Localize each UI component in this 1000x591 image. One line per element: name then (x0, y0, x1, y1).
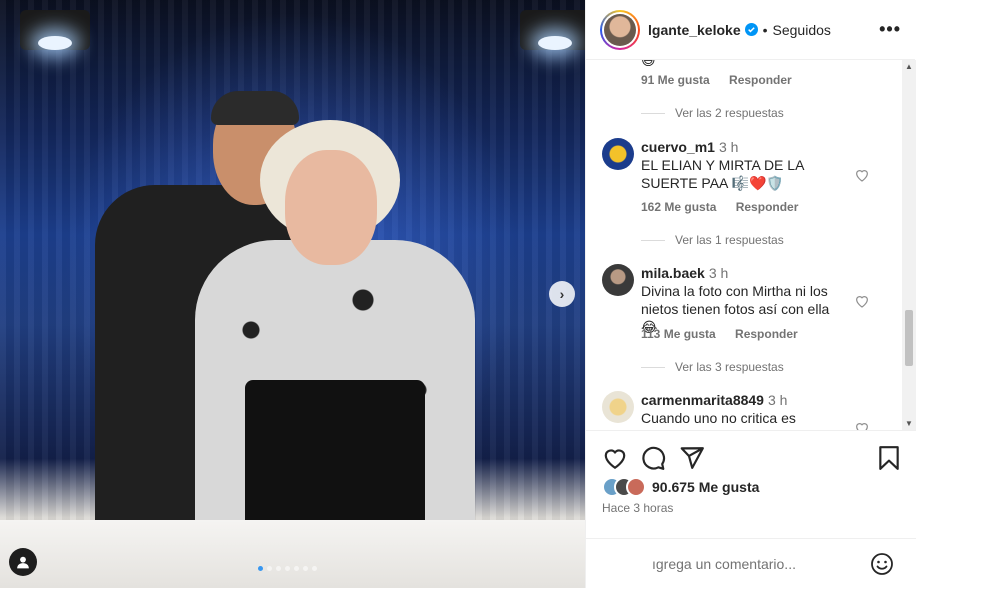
likes-word: Me gusta (698, 479, 760, 495)
carousel-dot (267, 566, 272, 571)
view-replies-label: Ver las 1 respuestas (675, 233, 784, 247)
tagged-users-button[interactable] (9, 548, 37, 576)
photo-counter-surface (0, 520, 585, 588)
comment-likes[interactable]: 162 Me gusta (641, 200, 716, 214)
heart-icon[interactable] (854, 420, 870, 430)
carousel-next-button[interactable]: › (549, 281, 575, 307)
post-actions: 90.675 Me gusta Hace 3 horas (586, 430, 916, 538)
post-header: lgante_keloke • Seguidos ••• (586, 0, 915, 60)
post-timestamp[interactable]: Hace 3 horas (602, 501, 673, 515)
commenter-avatar[interactable] (602, 138, 634, 170)
comments-list: 😅 91 Me gusta Responder Ver las 2 respue… (586, 60, 916, 430)
carousel-dot (258, 566, 263, 571)
separator-dot: • (762, 21, 768, 38)
comment-body: carmenmarita8849 3 h Cuando uno no critic… (641, 391, 846, 427)
carousel-dot (285, 566, 290, 571)
heart-icon[interactable] (602, 445, 628, 471)
comment-meta: 113 Me gusta Responder (641, 327, 798, 341)
scroll-down-arrow-icon[interactable]: ▼ (902, 419, 916, 428)
user-tag-icon (17, 556, 29, 569)
carousel-dot (294, 566, 299, 571)
reply-button[interactable]: Responder (736, 200, 799, 214)
heart-icon[interactable] (854, 293, 870, 309)
reply-button[interactable]: Responder (729, 73, 792, 87)
post-modal: › lgante_keloke • Seguidos ••• 😅 91 Me g… (0, 0, 916, 588)
comment-time: 3 h (767, 392, 788, 408)
comment-likes[interactable]: 91 Me gusta (641, 73, 710, 87)
commenter-avatar[interactable] (602, 391, 634, 423)
comment-text: EL ELIAN Y MIRTA DE LA SUERTE PAA 🎼❤️🛡️ (641, 157, 804, 191)
chevron-right-icon: › (559, 286, 565, 302)
commenter-username[interactable]: carmenmarita8849 (641, 392, 764, 408)
scroll-up-arrow-icon[interactable]: ▲ (902, 62, 916, 71)
comments-scrollbar[interactable]: ▲ ▼ (902, 60, 916, 430)
view-replies-label: Ver las 2 respuestas (675, 106, 784, 120)
author-avatar[interactable] (600, 9, 640, 50)
view-replies-button[interactable]: Ver las 2 respuestas (641, 106, 784, 120)
carousel-dot (303, 566, 308, 571)
studio-light (520, 10, 585, 50)
comment-text: Cuando uno no critica es (641, 410, 796, 426)
likes-summary[interactable]: 90.675 Me gusta (602, 477, 759, 497)
bookmark-icon[interactable] (876, 445, 902, 471)
carousel-dot (276, 566, 281, 571)
comment-composer: ıgrega un comentario... (586, 538, 916, 588)
author-username[interactable]: lgante_keloke (648, 22, 741, 38)
send-icon[interactable] (679, 445, 705, 471)
liker-avatar (626, 477, 646, 497)
emoji-fragment: 😅 (641, 60, 656, 68)
studio-light (20, 10, 90, 50)
carousel-indicator (258, 566, 317, 571)
comment-meta: 162 Me gusta Responder (641, 200, 798, 214)
carousel-dot (312, 566, 317, 571)
view-replies-label: Ver las 3 respuestas (675, 360, 784, 374)
comment-time: 3 h (718, 139, 739, 155)
comment-input[interactable]: ıgrega un comentario... (652, 556, 796, 572)
photo-person-woman (185, 120, 485, 540)
more-icon[interactable]: ••• (879, 19, 901, 40)
comment-time: 3 h (708, 265, 729, 281)
post-photo[interactable]: › (0, 0, 585, 588)
verified-badge-icon (744, 23, 758, 36)
scrollbar-thumb[interactable] (905, 310, 913, 366)
comment-body: cuervo_m1 3 h EL ELIAN Y MIRTA DE LA SUER… (641, 138, 846, 192)
commenter-username[interactable]: mila.baek (641, 265, 705, 281)
heart-icon[interactable] (854, 167, 870, 183)
likes-count-label[interactable]: 90.675 Me gusta (652, 479, 759, 495)
post-side-panel: lgante_keloke • Seguidos ••• 😅 91 Me gus… (585, 0, 916, 588)
reply-button[interactable]: Responder (735, 327, 798, 341)
action-icons-row (602, 445, 902, 471)
comment-meta: 91 Me gusta Responder (641, 73, 792, 87)
commenter-username[interactable]: cuervo_m1 (641, 139, 715, 155)
view-replies-button[interactable]: Ver las 3 respuestas (641, 360, 784, 374)
comment-likes[interactable]: 113 Me gusta (641, 327, 716, 341)
following-button[interactable]: Seguidos (773, 22, 831, 38)
comment-body: mila.baek 3 h Divina la foto con Mirtha n… (641, 264, 846, 336)
comment-icon[interactable] (640, 445, 666, 471)
commenter-avatar[interactable] (602, 264, 634, 296)
view-replies-button[interactable]: Ver las 1 respuestas (641, 233, 784, 247)
likes-count: 90.675 (652, 479, 695, 495)
emoji-icon[interactable] (870, 552, 894, 576)
